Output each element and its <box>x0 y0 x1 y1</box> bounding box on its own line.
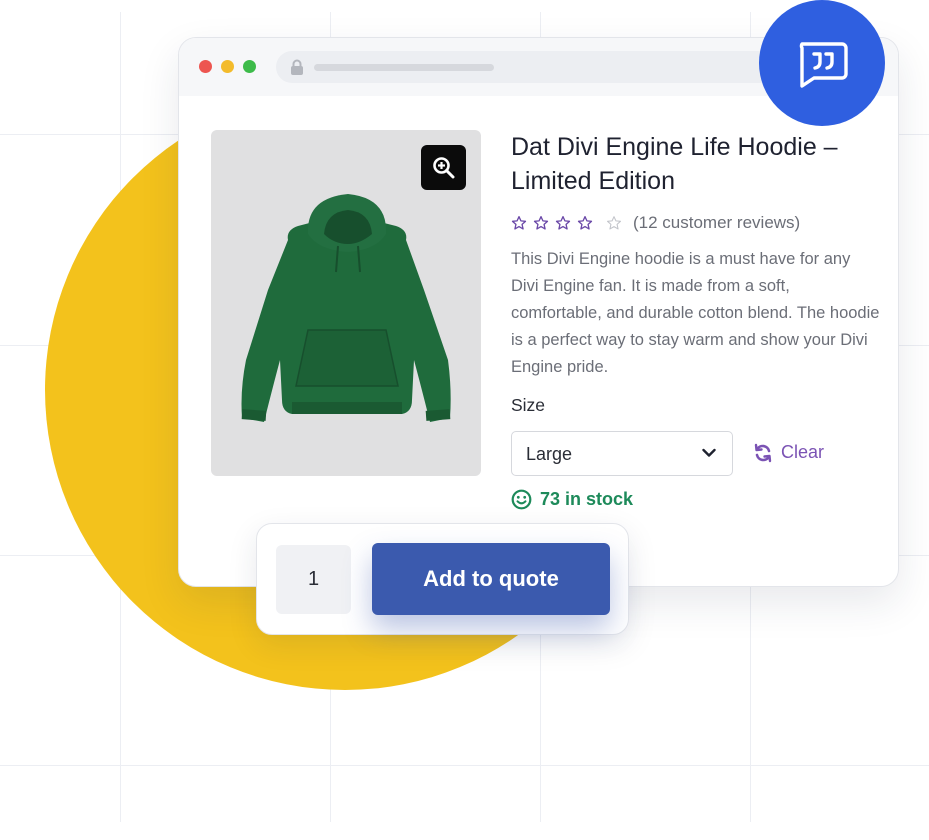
add-to-quote-card: Add to quote <box>256 523 629 635</box>
product-title: Dat Divi Engine Life Hoodie – Limited Ed… <box>511 133 838 195</box>
refresh-icon <box>754 443 772 462</box>
star-outline-icon <box>555 216 571 230</box>
address-bar[interactable] <box>276 51 796 83</box>
browser-window: Dat Divi Engine Life Hoodie – Limited Ed… <box>178 37 899 587</box>
review-count-link[interactable]: (12 customer reviews) <box>633 213 800 233</box>
quote-message-icon <box>799 42 848 88</box>
smile-icon <box>511 489 532 510</box>
add-to-quote-button[interactable]: Add to quote <box>372 543 610 615</box>
clear-label: Clear <box>781 442 825 462</box>
star-outline-icon <box>533 216 549 230</box>
quantity-input[interactable] <box>276 545 351 614</box>
window-close-dot[interactable] <box>199 60 212 73</box>
window-maximize-dot[interactable] <box>243 60 256 73</box>
star-empty-icon <box>607 216 621 230</box>
quote-chat-button[interactable] <box>759 0 885 126</box>
product-rating[interactable]: (12 customer reviews) <box>511 212 800 234</box>
stock-text: 73 in stock <box>540 489 634 509</box>
size-label: Size <box>511 395 546 415</box>
stock-status: 73 in stock <box>511 489 633 510</box>
star-outline-icon <box>511 216 527 230</box>
star-outline-icon <box>577 216 593 230</box>
clear-selection-button[interactable]: Clear <box>753 442 824 463</box>
chevron-down-icon <box>702 448 716 457</box>
size-selected-value: Large <box>526 444 573 464</box>
product-description: This Divi Engine hoodie is a must have f… <box>511 250 880 376</box>
window-minimize-dot[interactable] <box>221 60 234 73</box>
zoom-in-icon <box>433 157 455 179</box>
hoodie-illustration <box>241 194 451 422</box>
grid-line <box>0 765 929 766</box>
url-placeholder <box>314 64 494 71</box>
zoom-button[interactable] <box>421 145 466 190</box>
size-select[interactable]: Large <box>511 431 733 476</box>
lock-icon <box>291 59 303 75</box>
product-image <box>211 130 481 476</box>
